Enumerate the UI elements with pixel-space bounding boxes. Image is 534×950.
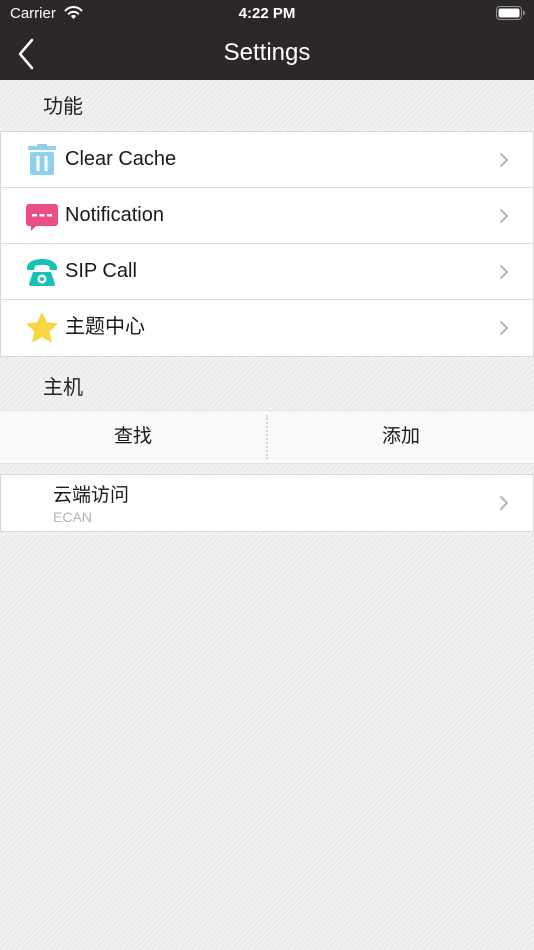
notification-label: Notification (65, 204, 164, 226)
notification-row[interactable]: Notification (1, 188, 533, 244)
clear-cache-label: Clear Cache (65, 148, 177, 170)
chevron-right-icon (500, 321, 508, 335)
cloud-access-subtitle: ECAN (53, 509, 92, 525)
page-title: Settings (223, 39, 311, 66)
add-button[interactable]: 添加 (268, 411, 534, 463)
trash-icon (28, 144, 56, 175)
theme-center-label: 主题中心 (65, 316, 145, 338)
star-icon (26, 312, 58, 343)
message-icon (26, 204, 58, 231)
cloud-access-row[interactable]: 云端访问 ECAN (0, 474, 534, 532)
chevron-right-icon (500, 496, 508, 510)
sip-call-label: SIP Call (65, 260, 137, 282)
navigation-bar: Carrier 4:22 PM Settings (0, 0, 534, 80)
host-action-bar: 查找 添加 (0, 410, 534, 464)
clear-cache-row[interactable]: Clear Cache (1, 132, 533, 188)
chevron-right-icon (500, 265, 508, 279)
features-section-header: 功能 (43, 96, 83, 118)
features-list: Clear Cache Notification SIP Call 主题中心 (0, 131, 534, 357)
cloud-access-title: 云端访问 (53, 485, 130, 506)
battery-icon (496, 6, 525, 20)
status-time: 4:22 PM (238, 5, 296, 22)
theme-center-row[interactable]: 主题中心 (1, 300, 533, 356)
find-button[interactable]: 查找 (0, 411, 266, 463)
sip-call-row[interactable]: SIP Call (1, 244, 533, 300)
phone-icon (27, 259, 57, 286)
chevron-right-icon (500, 153, 508, 167)
host-section-header: 主机 (43, 377, 83, 399)
chevron-right-icon (500, 209, 508, 223)
